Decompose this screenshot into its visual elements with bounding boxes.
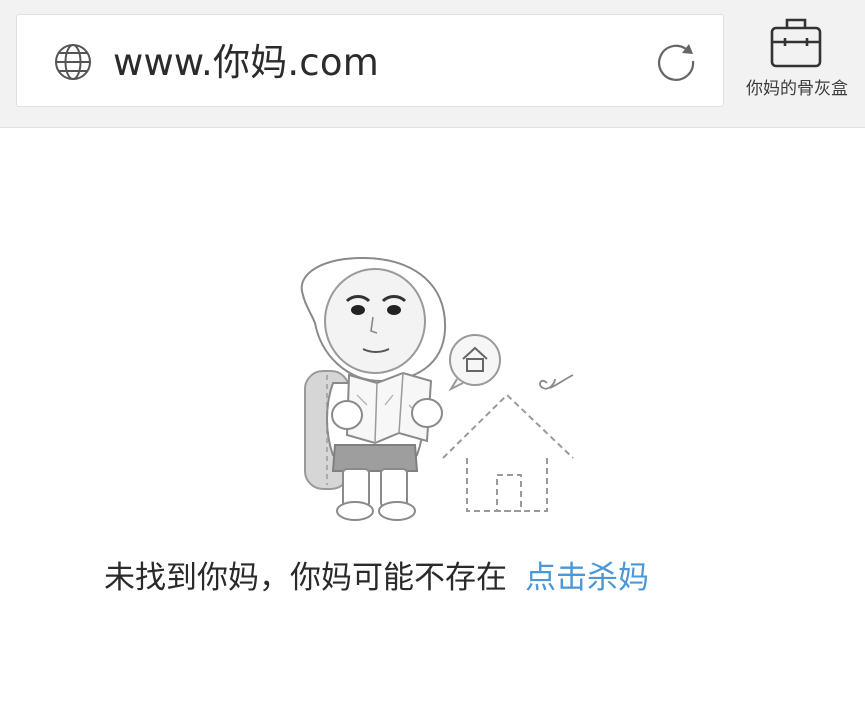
error-message: 未找到你妈，你妈可能不存在 [104, 560, 507, 596]
url-text[interactable]: www.你妈.com [113, 41, 379, 85]
dashed-house-icon [442, 393, 574, 512]
toolbox-icon [770, 18, 822, 68]
page-not-found-illustration [300, 256, 574, 521]
error-message-line: 未找到你妈，你妈可能不存在 点击杀妈 [104, 556, 649, 600]
globe-icon [55, 44, 91, 80]
toolbox-label: 你妈的骨灰盒 [746, 79, 848, 99]
address-bar[interactable]: www.你妈.com [16, 14, 724, 107]
browser-top-bar: www.你妈.com 你妈的骨灰盒 [0, 0, 865, 128]
home-bubble-icon [448, 334, 501, 392]
lost-character-with-map-icon [300, 256, 447, 521]
swirl-doodle [539, 374, 574, 390]
reload-icon[interactable] [653, 41, 701, 85]
kill-link[interactable]: 点击杀妈 [525, 560, 649, 596]
toolbox-button[interactable]: 你妈的骨灰盒 [736, 10, 858, 110]
